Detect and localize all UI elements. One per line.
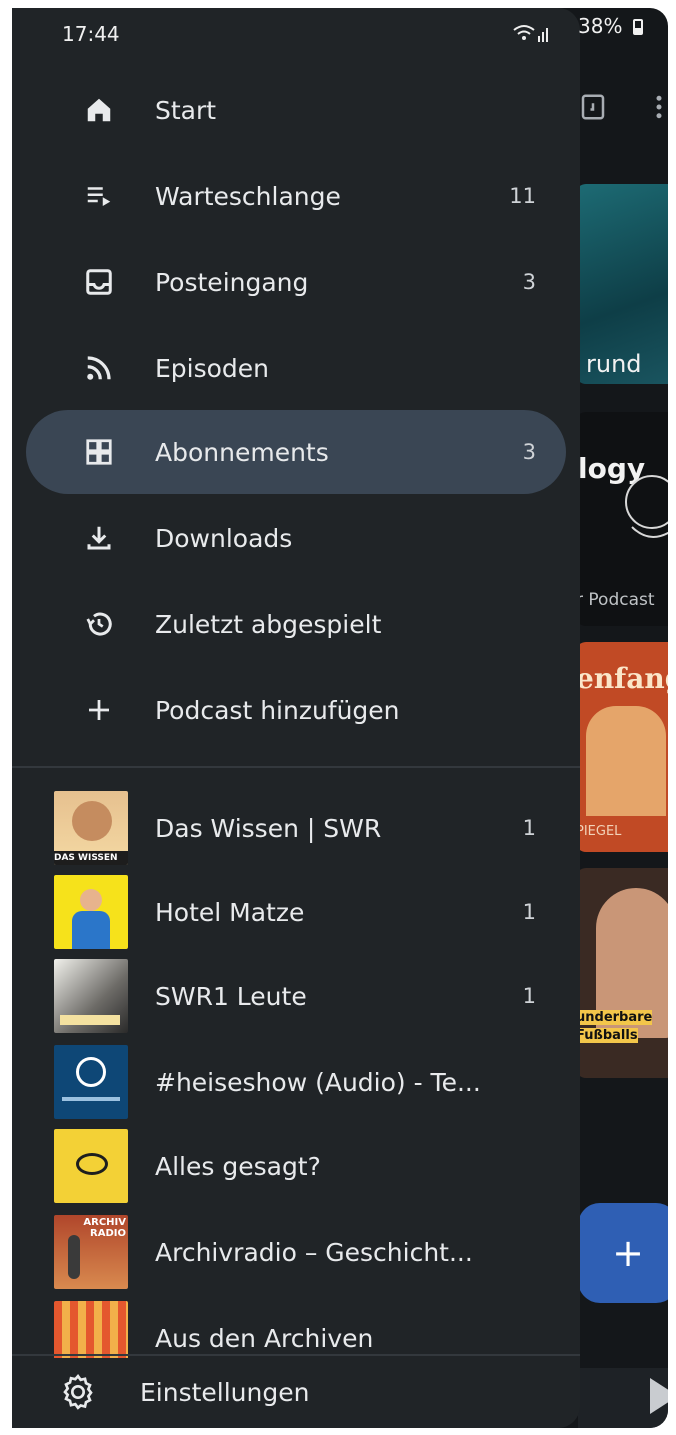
battery-icon: [632, 19, 643, 35]
subscription-item[interactable]: DAS WISSEN Das Wissen | SWR 1: [26, 786, 566, 870]
podcast-tile[interactable]: enfang PIEGEL: [576, 642, 668, 852]
subscription-item[interactable]: ARCHIV RADIO Archivradio – Geschicht...: [26, 1210, 566, 1294]
nav-item-start[interactable]: Start: [26, 68, 566, 152]
divider: [12, 1354, 580, 1356]
cast-icon[interactable]: [578, 92, 608, 122]
settings-label: Einstellungen: [140, 1378, 310, 1407]
thumbnail-text: ARCHIV RADIO: [83, 1217, 126, 1239]
add-icon: [76, 687, 122, 733]
play-icon[interactable]: [650, 1378, 668, 1414]
nav-label: Warteschlange: [155, 181, 341, 211]
tile-text: PIEGEL: [576, 824, 622, 839]
nav-label: Downloads: [155, 523, 293, 553]
tile-text: underbare: [576, 1010, 653, 1025]
tile-art: [586, 706, 666, 816]
tile-text: enfang: [576, 662, 668, 695]
podcast-tile[interactable]: underbare Fußballs: [576, 868, 668, 1078]
nav-count: 3: [522, 270, 536, 294]
status-time: 17:44: [62, 22, 120, 46]
battery-percent: 38%: [578, 14, 623, 38]
podcast-tile[interactable]: logy r Podcast: [576, 412, 668, 626]
add-podcast-fab[interactable]: +: [578, 1203, 668, 1303]
rss-icon: [76, 345, 122, 391]
nav-label: Abonnements: [155, 437, 329, 467]
subscription-item[interactable]: #heiseshow (Audio) - Te...: [26, 1040, 566, 1124]
nav-item-downloads[interactable]: Downloads: [26, 496, 566, 580]
subscription-item[interactable]: Hotel Matze 1: [26, 870, 566, 954]
subscription-label: Alles gesagt?: [155, 1151, 321, 1181]
nav-item-episodes[interactable]: Episoden: [26, 326, 566, 410]
nav-item-add-podcast[interactable]: Podcast hinzufügen: [26, 668, 566, 752]
subscription-label: SWR1 Leute: [155, 981, 307, 1011]
status-bar: 17:44: [12, 8, 580, 68]
nav-label: Start: [155, 95, 217, 125]
subscription-label: Das Wissen | SWR: [155, 813, 382, 843]
nav-item-inbox[interactable]: Posteingang 3: [26, 240, 566, 324]
subscription-item[interactable]: SWR1 Leute 1: [26, 954, 566, 1038]
nav-item-queue[interactable]: Warteschlange 11: [26, 154, 566, 238]
tile-text: rund: [586, 350, 642, 378]
thumbnail-text: DAS WISSEN: [54, 851, 128, 865]
podcast-thumbnail: [54, 959, 128, 1033]
subscription-count: 1: [522, 984, 536, 1008]
subscription-label: Aus den Archiven: [155, 1323, 374, 1353]
podcast-thumbnail: DAS WISSEN: [54, 791, 128, 865]
nav-count: 3: [522, 440, 536, 464]
nav-item-history[interactable]: Zuletzt abgespielt: [26, 582, 566, 666]
subscription-label: Hotel Matze: [155, 897, 305, 927]
subscription-label: #heiseshow (Audio) - Te...: [155, 1067, 481, 1097]
podcast-thumbnail: [54, 1129, 128, 1203]
navigation-drawer: 17:44 Start Warteschlange 11 Posteingang…: [12, 8, 580, 1428]
more-vert-icon[interactable]: [644, 92, 668, 122]
subscription-count: 1: [522, 816, 536, 840]
subscription-label: Archivradio – Geschicht...: [155, 1237, 473, 1267]
grid-icon: [76, 429, 122, 475]
nav-label: Episoden: [155, 353, 270, 383]
nav-label: Posteingang: [155, 267, 309, 297]
podcast-tile[interactable]: rund: [576, 184, 668, 384]
podcast-thumbnail: ARCHIV RADIO: [54, 1215, 128, 1289]
nav-count: 11: [509, 184, 536, 208]
download-icon: [76, 515, 122, 561]
wifi-signal-icon: [513, 25, 548, 42]
subscription-item[interactable]: Alles gesagt?: [26, 1124, 566, 1208]
divider: [12, 766, 580, 768]
nav-label: Zuletzt abgespielt: [155, 609, 382, 639]
subscription-count: 1: [522, 900, 536, 924]
history-icon: [76, 601, 122, 647]
status-battery: 38%: [578, 14, 643, 38]
gear-icon: [58, 1372, 98, 1412]
tile-text: r Podcast: [576, 590, 655, 610]
tile-text: Fußballs: [576, 1028, 638, 1043]
podcast-thumbnail: [54, 875, 128, 949]
inbox-icon: [76, 259, 122, 305]
home-icon: [76, 87, 122, 133]
podcast-thumbnail: [54, 1045, 128, 1119]
settings-item[interactable]: Einstellungen: [12, 1358, 580, 1428]
queue-icon: [76, 173, 122, 219]
nav-label: Podcast hinzufügen: [155, 695, 400, 725]
nav-item-subscriptions[interactable]: Abonnements 3: [26, 410, 566, 494]
